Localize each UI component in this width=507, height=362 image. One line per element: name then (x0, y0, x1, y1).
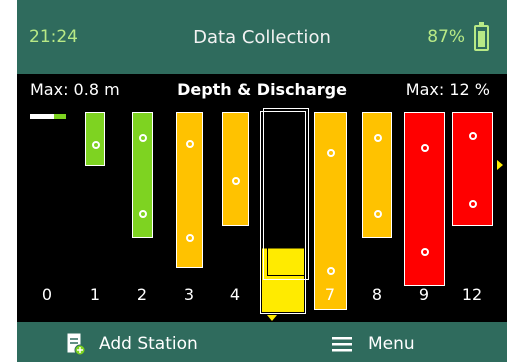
measurement-point (469, 200, 477, 208)
station-bar-8[interactable] (362, 112, 392, 238)
measurement-point (186, 140, 194, 148)
station-bar-2[interactable] (131, 112, 153, 238)
station-bar-3[interactable] (175, 112, 203, 268)
chart-header: Max: 0.8 m Depth & Discharge Max: 12 % (17, 80, 507, 104)
discharge-max-label: Max: 12 % (405, 80, 490, 99)
device-screen: 21:24 Data Collection 87% Max: 0.8 m Dep… (17, 0, 507, 362)
measurement-point (421, 144, 429, 152)
bottom-bar: Add Station Menu (17, 322, 507, 362)
station-label-2: 2 (136, 285, 148, 304)
station-label-9: 9 (418, 285, 430, 304)
menu-label: Menu (368, 334, 415, 354)
menu-button[interactable]: Menu (332, 332, 415, 356)
menu-icon (332, 337, 352, 352)
battery-icon (474, 22, 489, 51)
battery-percent: 87% (427, 27, 465, 47)
add-station-button[interactable]: Add Station (67, 332, 198, 356)
station-bar-12[interactable] (451, 112, 493, 226)
measurement-point (232, 177, 240, 185)
measurement-point (92, 141, 100, 149)
station-bar-4[interactable] (221, 112, 249, 226)
measurement-point (327, 267, 335, 275)
add-station-icon (67, 333, 85, 355)
measurement-point (327, 149, 335, 157)
measurement-point (469, 132, 477, 140)
measurement-point (186, 234, 194, 242)
station-bar-9[interactable] (403, 112, 445, 286)
station-0-indicator (30, 114, 66, 119)
station-label-1: 1 (89, 285, 101, 304)
measurement-point (421, 248, 429, 256)
selected-arrow-icon (267, 315, 277, 321)
station-label-6: 6 (277, 285, 289, 304)
station-label-12: 12 (461, 285, 483, 304)
station-labels: 0 1 2 3 4 6 7 8 9 12 (17, 285, 507, 309)
station-label-7: 7 (324, 285, 336, 304)
station-label-0: 0 (41, 285, 53, 304)
station-bar-7[interactable] (313, 112, 347, 310)
measurement-point (139, 210, 147, 218)
measurement-point (374, 134, 382, 142)
station-label-3: 3 (183, 285, 195, 304)
selected-station-highlight (263, 108, 309, 280)
status-bar: 21:24 Data Collection 87% (17, 0, 507, 74)
measurement-point (374, 210, 382, 218)
station-label-8: 8 (371, 285, 383, 304)
station-bar-1[interactable] (85, 112, 105, 166)
station-label-4: 4 (229, 285, 241, 304)
measurement-point (139, 134, 147, 142)
scroll-right-icon[interactable] (497, 160, 503, 170)
add-station-label: Add Station (99, 334, 198, 354)
